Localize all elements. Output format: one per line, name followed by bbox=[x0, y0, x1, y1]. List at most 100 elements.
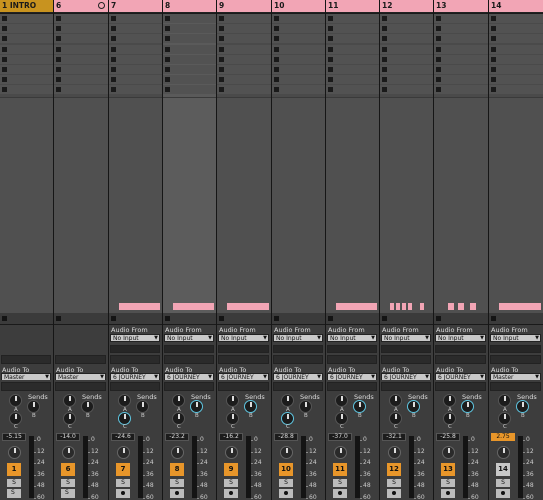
clip-slot[interactable] bbox=[109, 64, 162, 74]
slot-stop-icon[interactable] bbox=[274, 77, 279, 83]
clip-slot[interactable] bbox=[109, 85, 162, 95]
track-header[interactable]: 13 bbox=[434, 0, 488, 13]
slot-stop-icon[interactable] bbox=[2, 16, 7, 21]
solo-button[interactable]: S bbox=[61, 479, 75, 487]
clip-slot[interactable] bbox=[109, 14, 162, 23]
clip-slot[interactable] bbox=[380, 34, 433, 44]
track-header[interactable]: 8 bbox=[163, 0, 216, 13]
clip-slot[interactable] bbox=[272, 54, 325, 64]
send-b-knob[interactable] bbox=[516, 400, 529, 413]
clip-slot[interactable] bbox=[434, 14, 488, 23]
slot-stop-icon[interactable] bbox=[219, 87, 224, 93]
clip-slot[interactable] bbox=[326, 85, 379, 95]
slot-stop-icon[interactable] bbox=[219, 16, 224, 21]
clip-slot[interactable] bbox=[326, 44, 379, 54]
slot-stop-icon[interactable] bbox=[2, 56, 7, 62]
send-b-knob[interactable] bbox=[299, 400, 312, 413]
clip-slot[interactable] bbox=[272, 75, 325, 85]
volume-display[interactable]: 2.75 bbox=[491, 433, 515, 441]
clip-slot[interactable] bbox=[109, 34, 162, 44]
volume-display[interactable]: -28.8 bbox=[274, 433, 298, 441]
send-b-knob[interactable] bbox=[407, 400, 420, 413]
clip-slot[interactable] bbox=[0, 44, 53, 54]
track-header[interactable]: 7 bbox=[109, 0, 162, 13]
volume-display[interactable]: -14.0 bbox=[56, 433, 80, 441]
input-channel-select[interactable] bbox=[164, 345, 214, 353]
slot-stop-icon[interactable] bbox=[328, 46, 333, 52]
slot-stop-icon[interactable] bbox=[2, 26, 7, 32]
stop-clip-icon[interactable] bbox=[111, 316, 116, 321]
slot-stop-icon[interactable] bbox=[219, 46, 224, 52]
arm-button[interactable] bbox=[441, 489, 455, 498]
slot-stop-icon[interactable] bbox=[2, 46, 7, 52]
arm-button[interactable] bbox=[116, 489, 130, 498]
track-header[interactable]: 9 bbox=[217, 0, 271, 13]
slot-stop-icon[interactable] bbox=[491, 66, 496, 72]
input-channel-select[interactable] bbox=[218, 345, 269, 353]
clip-slot[interactable] bbox=[380, 14, 433, 23]
clip-slot[interactable] bbox=[326, 34, 379, 44]
volume-display[interactable]: -5.15 bbox=[2, 433, 26, 441]
solo-button[interactable]: S bbox=[116, 479, 130, 487]
clip-slot[interactable] bbox=[489, 34, 543, 44]
slot-stop-icon[interactable] bbox=[491, 87, 496, 93]
slot-stop-icon[interactable] bbox=[436, 16, 441, 21]
slot-stop-icon[interactable] bbox=[274, 36, 279, 42]
clip-slot[interactable] bbox=[380, 75, 433, 85]
slot-stop-icon[interactable] bbox=[491, 46, 496, 52]
clip-slot[interactable] bbox=[54, 64, 108, 74]
volume-display[interactable]: -32.1 bbox=[382, 433, 406, 441]
track-activator-button[interactable]: 13 bbox=[441, 463, 455, 476]
track-header[interactable]: 12 bbox=[380, 0, 433, 13]
stop-clip-icon[interactable] bbox=[436, 316, 441, 321]
track-header[interactable]: 6 bbox=[54, 0, 108, 13]
solo-button[interactable]: S bbox=[170, 479, 184, 487]
clip-slot[interactable] bbox=[272, 44, 325, 54]
clip-slot[interactable] bbox=[489, 64, 543, 74]
slot-stop-icon[interactable] bbox=[491, 56, 496, 62]
stop-clip-icon[interactable] bbox=[491, 316, 496, 321]
clip-slot[interactable] bbox=[326, 54, 379, 64]
slot-stop-icon[interactable] bbox=[274, 56, 279, 62]
solo-button[interactable]: S bbox=[7, 479, 21, 487]
clip-slot[interactable] bbox=[109, 54, 162, 64]
clip-slot[interactable] bbox=[54, 24, 108, 34]
input-channel-select[interactable] bbox=[273, 345, 323, 353]
track-header[interactable]: 1 INTRO bbox=[0, 0, 53, 13]
send-a-knob[interactable] bbox=[172, 394, 185, 407]
input-channel-select[interactable] bbox=[110, 345, 160, 353]
track-activator-button[interactable]: 1 bbox=[7, 463, 21, 476]
clip-slot[interactable] bbox=[0, 14, 53, 23]
slot-stop-icon[interactable] bbox=[491, 36, 496, 42]
slot-stop-icon[interactable] bbox=[382, 87, 387, 93]
clip-slot[interactable] bbox=[434, 85, 488, 95]
slot-stop-icon[interactable] bbox=[328, 77, 333, 83]
slot-stop-icon[interactable] bbox=[436, 36, 441, 42]
audio-from-select[interactable]: No Input ▼ bbox=[218, 334, 269, 342]
slot-stop-icon[interactable] bbox=[382, 56, 387, 62]
clip-slot[interactable] bbox=[489, 54, 543, 64]
pan-knob[interactable] bbox=[8, 446, 21, 459]
slot-stop-icon[interactable] bbox=[382, 66, 387, 72]
slot-stop-icon[interactable] bbox=[436, 87, 441, 93]
track-activator-button[interactable]: 7 bbox=[116, 463, 130, 476]
solo-button[interactable]: S bbox=[333, 479, 347, 487]
slot-stop-icon[interactable] bbox=[2, 87, 7, 93]
clip-slot[interactable] bbox=[54, 85, 108, 95]
slot-stop-icon[interactable] bbox=[436, 46, 441, 52]
clip-slot[interactable] bbox=[0, 64, 53, 74]
clip-slot[interactable] bbox=[217, 64, 271, 74]
clip-slot[interactable] bbox=[163, 54, 216, 64]
track-activator-button[interactable]: 6 bbox=[61, 463, 75, 476]
audio-from-select[interactable]: No Input ▼ bbox=[490, 334, 541, 342]
send-b-knob[interactable] bbox=[461, 400, 474, 413]
pan-knob[interactable] bbox=[497, 446, 510, 459]
slot-stop-icon[interactable] bbox=[219, 26, 224, 32]
slot-stop-icon[interactable] bbox=[56, 46, 61, 52]
slot-stop-icon[interactable] bbox=[382, 36, 387, 42]
slot-stop-icon[interactable] bbox=[56, 26, 61, 32]
stop-clip-icon[interactable] bbox=[165, 316, 170, 321]
send-b-knob[interactable] bbox=[244, 400, 257, 413]
slot-stop-icon[interactable] bbox=[165, 26, 170, 32]
slot-stop-icon[interactable] bbox=[328, 36, 333, 42]
